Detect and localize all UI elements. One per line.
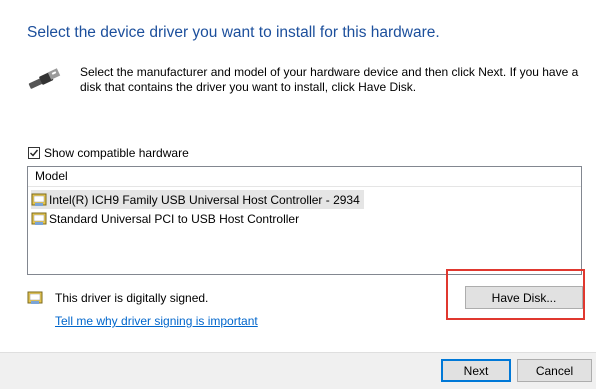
list-item[interactable]: Standard Universal PCI to USB Host Contr… <box>31 209 303 228</box>
driver-icon <box>31 193 47 206</box>
checkmark-icon <box>30 149 39 157</box>
signature-status: This driver is digitally signed. <box>55 291 209 305</box>
driver-signing-link[interactable]: Tell me why driver signing is important <box>55 314 258 328</box>
driver-icon <box>31 212 47 225</box>
page-title: Select the device driver you want to ins… <box>27 24 440 41</box>
list-item[interactable]: Intel(R) ICH9 Family USB Universal Host … <box>31 190 364 209</box>
list-item-label: Intel(R) ICH9 Family USB Universal Host … <box>49 192 360 207</box>
cancel-button[interactable]: Cancel <box>517 359 592 382</box>
show-compatible-label: Show compatible hardware <box>44 146 189 160</box>
usb-cable-icon <box>28 68 61 89</box>
model-column-header[interactable]: Model <box>28 167 581 187</box>
model-list[interactable]: Model Intel(R) ICH9 Family USB Universal… <box>27 166 582 275</box>
have-disk-button[interactable]: Have Disk... <box>465 286 583 309</box>
signed-driver-icon <box>27 291 43 304</box>
show-compatible-checkbox-row[interactable]: Show compatible hardware <box>28 145 189 161</box>
instructions-text: Select the manufacturer and model of you… <box>80 65 579 94</box>
next-button[interactable]: Next <box>441 359 511 382</box>
show-compatible-checkbox[interactable] <box>28 147 40 159</box>
list-item-label: Standard Universal PCI to USB Host Contr… <box>49 211 300 226</box>
